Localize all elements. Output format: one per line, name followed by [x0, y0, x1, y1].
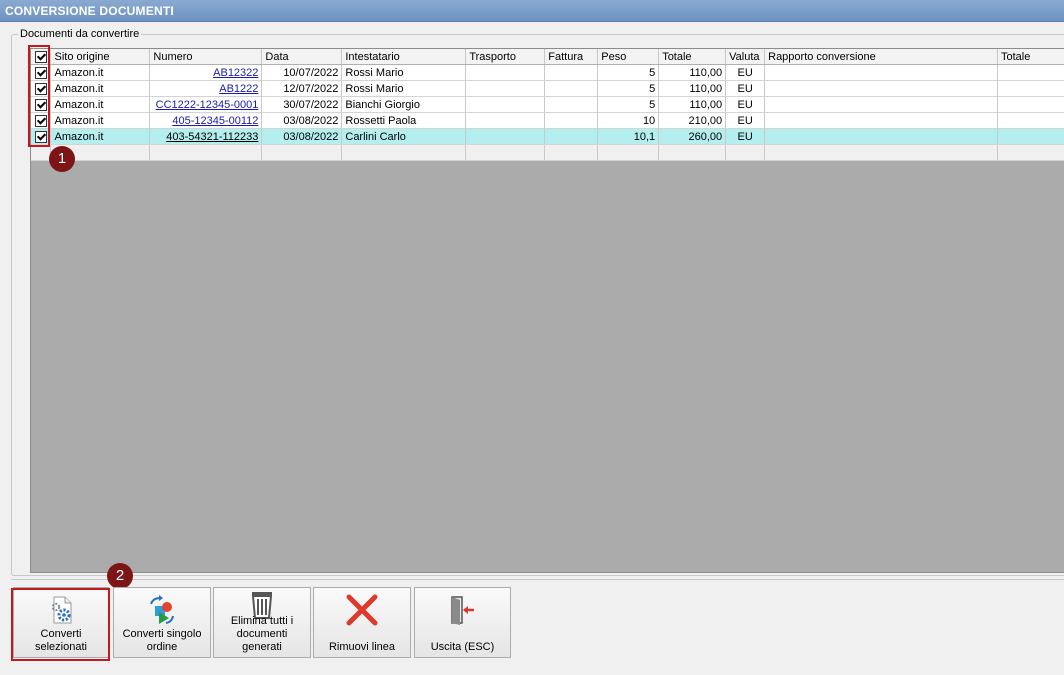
cell-peso: 5 — [597, 96, 660, 113]
cell-rapporto — [764, 112, 998, 129]
rimuovi-linea-button[interactable]: Rimuovi linea — [313, 587, 411, 658]
cell-totale: 210,00 — [658, 112, 727, 129]
cell-peso: 10,1 — [597, 128, 660, 145]
col-header-intestatario[interactable]: Intestatario — [341, 49, 467, 65]
cell-intestatario: Bianchi Giorgio — [341, 96, 467, 113]
col-header-fattura[interactable]: Fattura — [544, 49, 599, 65]
cell-rapporto — [764, 64, 998, 81]
annotation-badge-1: 1 — [49, 146, 75, 172]
cell-numero-link[interactable]: AB1222 — [219, 83, 258, 95]
rimuovi-linea-label: Rimuovi linea — [328, 641, 396, 653]
cell-intestatario: Rossetti Paola — [341, 112, 467, 129]
cell-totale: 260,00 — [658, 128, 727, 145]
uscita-button[interactable]: Uscita (ESC) — [414, 587, 511, 658]
cell-numero-link[interactable]: 405-12345-00112 — [172, 115, 258, 127]
converti-singolo-button[interactable]: Converti singolo ordine — [113, 587, 211, 658]
cell-trasporto — [465, 112, 546, 129]
table-row[interactable]: Amazon.it 405-12345-00112 03/08/2022 Ros… — [31, 112, 1064, 129]
col-header-valuta[interactable]: Valuta — [725, 49, 766, 65]
cell-fattura — [544, 80, 599, 97]
cell-valuta: EU — [725, 128, 766, 145]
cell-data: 10/07/2022 — [261, 64, 343, 81]
cell-intestatario: Rossi Mario — [341, 80, 467, 97]
annotation-badge-2: 2 — [107, 563, 133, 589]
col-header-peso[interactable]: Peso — [597, 49, 660, 65]
elimina-tutti-button[interactable]: Elimina tutti i documenti generati — [213, 587, 311, 658]
cell-totale-2 — [997, 96, 1064, 113]
col-header-sito[interactable]: Sito origine — [50, 49, 151, 65]
cell-fattura — [544, 112, 599, 129]
cell-trasporto — [465, 96, 546, 113]
cell-data: 30/07/2022 — [261, 96, 343, 113]
cell-sito: Amazon.it — [50, 80, 151, 97]
convert-shapes-icon — [150, 595, 174, 624]
col-header-rapporto[interactable]: Rapporto conversione — [764, 49, 998, 65]
cell-totale-2 — [997, 128, 1064, 145]
converti-selezionati-highlight — [11, 588, 110, 661]
cell-numero-link[interactable]: AB12322 — [213, 67, 258, 79]
cell-totale-2 — [997, 64, 1064, 81]
col-header-numero[interactable]: Numero — [149, 49, 263, 65]
cell-intestatario: Rossi Mario — [341, 64, 467, 81]
cell-peso: 10 — [597, 112, 660, 129]
cell-trasporto — [465, 64, 546, 81]
cell-trasporto — [465, 80, 546, 97]
elimina-tutti-label: Elimina tutti i documenti generati — [230, 615, 294, 653]
cell-totale-2 — [997, 112, 1064, 129]
documents-group-legend: Documenti da convertire — [18, 28, 142, 40]
col-header-data[interactable]: Data — [261, 49, 343, 65]
col-header-totale[interactable]: Totale — [658, 49, 727, 65]
window-titlebar: CONVERSIONE DOCUMENTI — [0, 0, 1064, 22]
cell-rapporto — [764, 128, 998, 145]
cell-intestatario: Carlini Carlo — [341, 128, 467, 145]
cell-data: 03/08/2022 — [261, 128, 343, 145]
cell-sito: Amazon.it — [50, 96, 151, 113]
cell-valuta: EU — [725, 96, 766, 113]
cell-totale: 110,00 — [658, 96, 727, 113]
cell-valuta: EU — [725, 64, 766, 81]
uscita-label: Uscita (ESC) — [430, 641, 495, 653]
exit-door-icon — [450, 596, 474, 625]
cell-fattura — [544, 64, 599, 81]
cell-totale-2 — [997, 80, 1064, 97]
cell-fattura — [544, 128, 599, 145]
cell-sito: Amazon.it — [50, 128, 151, 145]
col-header-totale-2[interactable]: Totale — [997, 49, 1064, 65]
cell-sito: Amazon.it — [50, 64, 151, 81]
cell-valuta: EU — [725, 80, 766, 97]
cell-totale: 110,00 — [658, 64, 727, 81]
window-title: CONVERSIONE DOCUMENTI — [5, 4, 174, 18]
cell-peso: 5 — [597, 64, 660, 81]
checkbox-column-highlight — [28, 45, 50, 147]
cell-trasporto — [465, 128, 546, 145]
cell-fattura — [544, 96, 599, 113]
button-bar-separator — [11, 579, 1064, 580]
cell-totale: 110,00 — [658, 80, 727, 97]
table-new-row[interactable] — [31, 144, 1064, 161]
col-header-trasporto[interactable]: Trasporto — [465, 49, 546, 65]
table-header-row: Sito origine Numero Data Intestatario Tr… — [31, 49, 1064, 65]
cell-sito: Amazon.it — [50, 112, 151, 129]
cell-numero-link[interactable]: CC1222-12345-0001 — [156, 99, 259, 111]
cell-rapporto — [764, 96, 998, 113]
cell-peso: 5 — [597, 80, 660, 97]
table-row[interactable]: Amazon.it AB1222 12/07/2022 Rossi Mario … — [31, 80, 1064, 97]
cell-data: 12/07/2022 — [261, 80, 343, 97]
table-row[interactable]: Amazon.it AB12322 10/07/2022 Rossi Mario… — [31, 64, 1064, 81]
cell-valuta: EU — [725, 112, 766, 129]
table-row[interactable]: Amazon.it CC1222-12345-0001 30/07/2022 B… — [31, 96, 1064, 113]
red-x-icon — [346, 594, 378, 626]
cell-rapporto — [764, 80, 998, 97]
cell-numero-link[interactable]: 403-54321-112233 — [166, 131, 258, 143]
documents-table: Sito origine Numero Data Intestatario Tr… — [31, 49, 1064, 161]
cell-data: 03/08/2022 — [261, 112, 343, 129]
converti-singolo-label: Converti singolo ordine — [122, 628, 202, 653]
documents-grid[interactable]: Sito origine Numero Data Intestatario Tr… — [30, 48, 1064, 573]
table-row-selected[interactable]: Amazon.it 403-54321-112233 03/08/2022 Ca… — [31, 128, 1064, 145]
